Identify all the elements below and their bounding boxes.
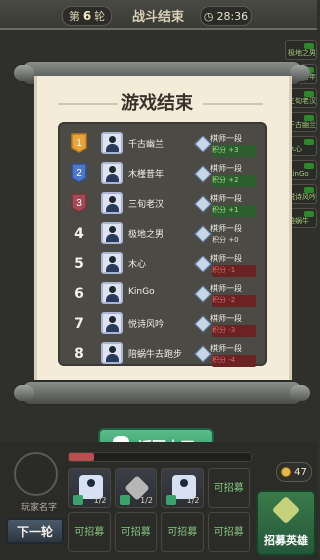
player-name-label: 玩家名字 <box>20 503 57 513</box>
tier-label: 棋师一段 <box>210 164 242 173</box>
unit-slot[interactable]: 1/2 <box>68 468 111 508</box>
score-badge: 积分 +1 <box>212 205 256 217</box>
unit-tag: 1/2 <box>93 496 107 505</box>
rail-player: 极地之男 <box>285 40 317 60</box>
coin-icon <box>281 467 292 477</box>
recruit-slot[interactable]: 可招募 <box>207 468 250 508</box>
tier-label: 棋师一段 <box>210 134 242 143</box>
avatar <box>101 192 123 214</box>
recruit-label: 可招募 <box>74 527 105 538</box>
health-bar <box>68 452 252 462</box>
rank-number: 8 <box>74 346 84 362</box>
result-title: 游戏结束 <box>121 93 193 114</box>
rank-badge-bronze: 3 <box>68 192 90 214</box>
svg-text:3: 3 <box>76 198 82 209</box>
svg-text:1: 1 <box>76 138 82 149</box>
unit-tag: 1/2 <box>140 496 153 505</box>
scroll-knob-left <box>14 65 34 81</box>
coin-counter: 47 <box>276 462 312 482</box>
score-badge: 积分 -4 <box>212 355 256 367</box>
score-badge: 积分 -3 <box>212 325 256 337</box>
result-row: 1 千古幽兰 棋师一段 积分 +3 <box>66 130 259 158</box>
unit-level-icon <box>119 495 130 505</box>
unit-slot[interactable]: 1/2 <box>114 468 157 508</box>
rank-number: 7 <box>74 316 84 332</box>
avatar <box>101 312 123 334</box>
rank-badge-silver: 2 <box>68 162 90 184</box>
timer-text: 28:36 <box>216 9 249 23</box>
recruit-label: 可招募 <box>213 527 244 538</box>
rank-number: 4 <box>74 226 84 242</box>
timer: ◷ 28:36 <box>200 6 252 26</box>
recruit-slot[interactable]: 可招募 <box>161 512 204 552</box>
tier-label: 棋师一段 <box>210 224 242 233</box>
recruit-label: 可招募 <box>167 527 198 538</box>
coin-count: 47 <box>294 466 307 478</box>
clock-icon: ◷ <box>203 9 214 23</box>
score-badge: 积分 +0 <box>212 236 239 244</box>
result-row: 3 三旬老汉 棋师一段 积分 +1 <box>66 190 259 218</box>
recruit-emblem-icon <box>271 495 301 525</box>
score-badge: 积分 -1 <box>212 265 256 277</box>
unit-level-icon <box>73 495 83 505</box>
avatar <box>101 342 123 364</box>
result-row: 8 陪蜗牛去跑步 棋师一段 积分 -4 <box>66 340 259 368</box>
score-badge: 积分 +3 <box>212 145 256 157</box>
recruit-slot[interactable]: 可招募 <box>114 512 157 552</box>
recruit-label: 可招募 <box>120 527 151 538</box>
results-table: 1 千古幽兰 棋师一段 积分 +3 2 木槿昔年 棋师一段 积分 +2 3 三旬… <box>58 122 267 368</box>
scroll-bottom-rod <box>14 380 310 406</box>
rank-number: 5 <box>74 256 84 272</box>
score-badge: 积分 -2 <box>212 295 256 307</box>
round-indicator: 第 6 轮 <box>62 6 112 26</box>
round-prefix: 第 <box>68 10 80 23</box>
avatar <box>101 222 123 244</box>
avatar <box>101 282 123 304</box>
avatar <box>101 132 123 154</box>
next-round-button[interactable]: 下一轮 <box>6 518 64 544</box>
scroll-knob-left <box>14 385 34 401</box>
avatar <box>101 252 123 274</box>
status-title: 战斗结束 <box>131 9 184 25</box>
health-fill <box>69 453 95 461</box>
tier-label: 棋师一段 <box>210 314 242 323</box>
recruit-label: 可招募 <box>213 483 244 494</box>
tier-label: 棋师一段 <box>210 284 242 293</box>
score-badge: 积分 +2 <box>212 175 256 187</box>
rank-number: 6 <box>74 286 84 302</box>
round-number: 6 <box>82 9 92 23</box>
tier-label: 棋师一段 <box>210 344 242 353</box>
result-row: 4 极地之男 棋师一段 积分 +0 <box>66 220 259 248</box>
result-row: 2 木槿昔年 棋师一段 积分 +2 <box>66 160 259 188</box>
rank-badge-gold: 1 <box>68 132 90 154</box>
unit-tag: 1/2 <box>186 496 200 505</box>
scroll-knob-right <box>290 385 310 401</box>
result-row: 5 木心 棋师一段 积分 -1 <box>66 250 259 278</box>
recruit-slot[interactable]: 可招募 <box>207 512 250 552</box>
recruit-slot[interactable]: 可招募 <box>68 512 111 552</box>
result-row: 7 悦诗风吟 棋师一段 积分 -3 <box>66 310 259 338</box>
tier-label: 棋师一段 <box>210 254 242 263</box>
result-row: 6 KinGo 棋师一段 积分 -2 <box>66 280 259 308</box>
round-suffix: 轮 <box>94 10 106 23</box>
player-avatar <box>14 452 58 496</box>
unit-level-icon <box>166 495 176 505</box>
recruit-hero-button[interactable]: 招募英雄 <box>256 490 316 556</box>
recruit-hero-label: 招募英雄 <box>264 534 308 547</box>
unit-slot[interactable]: 1/2 <box>161 468 204 508</box>
unit-slots: 1/2 1/2 1/2 可招募 可招募 可招募 可招募 可招募 <box>68 468 250 556</box>
avatar <box>101 162 123 184</box>
svg-text:2: 2 <box>76 168 82 179</box>
scroll-knob-right <box>290 65 310 81</box>
tier-label: 棋师一段 <box>210 194 242 203</box>
